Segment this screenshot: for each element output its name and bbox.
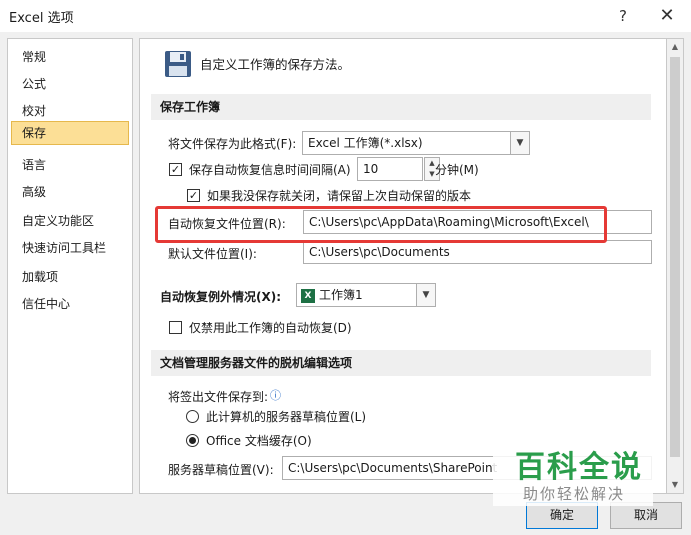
radio-office-cache[interactable]	[186, 434, 199, 447]
watermark-subtitle: 助你轻松解决	[523, 485, 626, 503]
keep-last-version-label: 如果我没保存就关闭，请保留上次自动保留的版本	[207, 189, 472, 203]
sidebar-item-advanced[interactable]: 高级	[11, 180, 129, 204]
sidebar: 常规 公式 校对 保存 语言 高级 自定义功能区 快速访问工具栏 加载项 信任中…	[7, 38, 133, 494]
sidebar-item-general[interactable]: 常规	[11, 45, 129, 69]
scroll-down-icon[interactable]: ▼	[667, 477, 683, 493]
disable-autorecover-checkbox[interactable]	[169, 321, 182, 334]
autorecover-minutes-input[interactable]: 10	[357, 157, 423, 181]
sidebar-item-language[interactable]: 语言	[11, 153, 129, 177]
save-disk-icon	[164, 50, 192, 81]
sidebar-item-add-ins[interactable]: 加载项	[11, 265, 129, 289]
close-button[interactable]: ✕	[654, 4, 680, 28]
workbook-value: 工作簿1	[319, 288, 363, 302]
autorecover-checkbox[interactable]: ✓	[169, 163, 182, 176]
radio-server-drafts[interactable]	[186, 410, 199, 423]
scroll-up-icon[interactable]: ▲	[667, 39, 683, 55]
info-icon: ⓘ	[270, 389, 281, 402]
scroll-thumb[interactable]	[670, 57, 680, 457]
format-label: 将文件保存为此格式(F):	[168, 137, 297, 151]
excel-icon: X	[301, 288, 315, 303]
drafts-location-label: 服务器草稿位置(V):	[168, 463, 274, 477]
sidebar-item-quick-access-toolbar[interactable]: 快速访问工具栏	[11, 236, 129, 260]
radio-office-cache-label: Office 文档缓存(O)	[206, 434, 312, 448]
ok-button[interactable]: 确定	[526, 502, 598, 529]
chevron-down-icon: ▼	[416, 284, 435, 306]
minutes-label: 分钟(M)	[435, 163, 479, 177]
sidebar-item-customize-ribbon[interactable]: 自定义功能区	[11, 209, 129, 233]
page-header: 自定义工作簿的保存方法。	[200, 57, 351, 72]
disable-autorecover-label: 仅禁用此工作簿的自动恢复(D)	[189, 321, 352, 335]
sidebar-item-save[interactable]: 保存	[11, 121, 129, 145]
autorecover-label: 保存自动恢复信息时间间隔(A)	[189, 163, 351, 177]
highlight-box	[155, 206, 607, 243]
title-bar: Excel 选项 ? ✕	[0, 0, 691, 32]
save-format-dropdown[interactable]: Excel 工作簿(*.xlsx) ▼	[302, 131, 530, 155]
watermark: 百科全说 助你轻松解决	[493, 438, 653, 506]
autorecover-exceptions-label: 自动恢复例外情况(X):	[160, 290, 282, 304]
sidebar-item-proofing[interactable]: 校对	[11, 99, 129, 123]
settings-panel: 自定义工作簿的保存方法。 保存工作簿 将文件保存为此格式(F): Excel 工…	[139, 38, 667, 494]
save-to-label: 将签出文件保存到:	[168, 390, 269, 404]
vertical-scrollbar[interactable]: ▲ ▼	[667, 38, 684, 494]
save-format-value: Excel 工作簿(*.xlsx)	[308, 136, 423, 150]
help-button[interactable]: ?	[610, 4, 636, 28]
default-location-label: 默认文件位置(I):	[168, 247, 257, 261]
default-location-input[interactable]: C:\Users\pc\Documents	[303, 240, 652, 264]
keep-last-version-checkbox[interactable]: ✓	[187, 189, 200, 202]
section-offline-editing: 文档管理服务器文件的脱机编辑选项	[151, 350, 651, 376]
sidebar-item-trust-center[interactable]: 信任中心	[11, 292, 129, 316]
cancel-button[interactable]: 取消	[610, 502, 682, 529]
window-title: Excel 选项	[9, 11, 74, 26]
watermark-title: 百科全说	[515, 450, 643, 485]
workbook-dropdown[interactable]: X 工作簿1 ▼	[296, 283, 436, 307]
chevron-down-icon: ▼	[510, 132, 529, 154]
section-save-workbooks: 保存工作簿	[151, 94, 651, 120]
radio-server-drafts-label: 此计算机的服务器草稿位置(L)	[206, 410, 367, 424]
sidebar-item-formulas[interactable]: 公式	[11, 72, 129, 96]
